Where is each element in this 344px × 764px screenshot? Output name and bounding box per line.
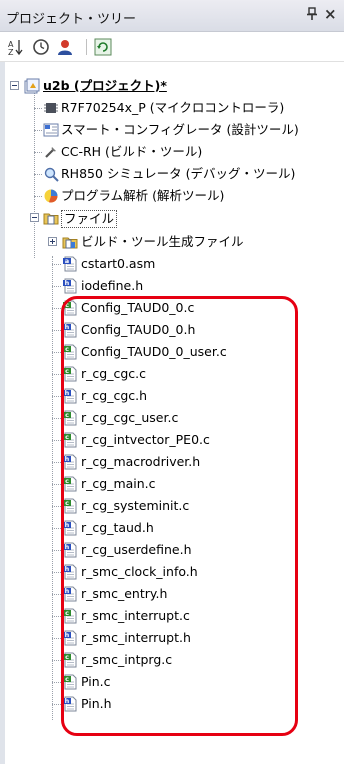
sort-icon[interactable]: A Z (6, 38, 24, 57)
tree-item-program-analysis[interactable]: プログラム解析 (解析ツール) (5, 185, 344, 207)
tree-item-project[interactable]: u2b (プロジェクト)* (5, 75, 344, 97)
tree-item-label: R7F70254x_P (マイクロコントローラ) (61, 100, 285, 115)
asm-file-icon: a (62, 256, 78, 272)
tree-item-label: cstart0.asm (81, 256, 156, 271)
toolbar-separator (86, 39, 87, 55)
clock-icon[interactable] (32, 38, 50, 56)
panel-titlebar: プロジェクト・ツリー × (0, 0, 344, 32)
panel-title: プロジェクト・ツリー (6, 12, 137, 27)
tree-item-smart-configurator[interactable]: スマート・コンフィグレータ (設計ツール) (5, 119, 344, 141)
analysis-tool-icon (43, 188, 59, 204)
tree-item-label: CC-RH (ビルド・ツール) (61, 144, 203, 159)
tree-item-label: ファイル (61, 210, 118, 228)
refresh-icon[interactable] (94, 38, 112, 56)
tree-item-label: ビルド・ツール生成ファイル (81, 234, 244, 249)
build-folder-icon (62, 234, 78, 250)
project-icon (24, 78, 40, 94)
svg-text:h: h (65, 279, 70, 287)
tree-item-microcontroller[interactable]: R7F70254x_P (マイクロコントローラ) (5, 97, 344, 119)
debug-tool-icon (43, 166, 59, 182)
tree-item-files-folder[interactable]: ファイル (5, 207, 344, 229)
tree-item-label: iodefine.h (81, 278, 144, 293)
close-icon[interactable]: × (324, 5, 337, 23)
tree-item-file[interactable]: h iodefine.h (5, 275, 344, 297)
collapse-toggle[interactable] (30, 213, 39, 222)
svg-text:Z: Z (8, 48, 14, 56)
tree-item-folder[interactable]: ビルド・ツール生成ファイル (5, 231, 344, 253)
tree-item-label: スマート・コンフィグレータ (設計ツール) (61, 122, 299, 137)
smart-configurator-icon (43, 122, 59, 138)
tree-item-label: プログラム解析 (解析ツール) (61, 188, 225, 203)
expand-toggle[interactable] (48, 237, 57, 246)
panel-toolbar: A Z (0, 32, 344, 62)
tree-item-file[interactable]: a cstart0.asm (5, 253, 344, 275)
folder-icon (43, 210, 59, 226)
microcontroller-icon (43, 100, 59, 116)
tree-item-label: u2b (プロジェクト)* (43, 78, 167, 93)
build-tool-icon (43, 144, 59, 160)
pin-icon[interactable] (306, 7, 318, 25)
tree-item-debug-tool[interactable]: RH850 シミュレータ (デバッグ・ツール) (5, 163, 344, 185)
tree-item-label: RH850 シミュレータ (デバッグ・ツール) (61, 166, 296, 181)
tree-item-build-tool[interactable]: CC-RH (ビルド・ツール) (5, 141, 344, 163)
collapse-toggle[interactable] (10, 81, 19, 90)
project-tree-panel: プロジェクト・ツリー × A Z u2b (プロジェクト)* R7F70254x… (0, 0, 344, 764)
highlight-annotation (61, 296, 298, 736)
h-file-icon: h (62, 278, 78, 294)
svg-text:a: a (65, 257, 69, 265)
person-icon[interactable] (56, 38, 74, 56)
